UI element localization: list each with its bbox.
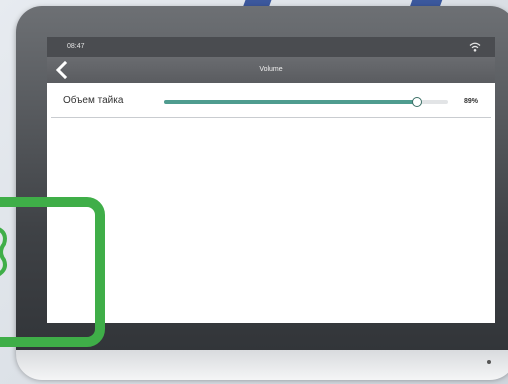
volume-label: Объем тайка bbox=[63, 95, 124, 106]
home-indicator bbox=[487, 360, 491, 364]
scene: 08:47 Volume Объем тайка 89% bbox=[0, 0, 508, 384]
status-bar: 08:47 bbox=[47, 37, 495, 57]
title-bar: Volume bbox=[47, 57, 495, 83]
page-title: Volume bbox=[259, 66, 283, 73]
tablet-bezel-bottom bbox=[16, 350, 508, 380]
status-time: 08:47 bbox=[67, 43, 85, 50]
highlight-frame bbox=[0, 197, 105, 347]
volume-setting-row: Объем тайка 89% bbox=[51, 89, 491, 118]
volume-slider[interactable] bbox=[164, 97, 448, 107]
volume-slider-thumb[interactable] bbox=[411, 97, 422, 107]
volume-value: 89% bbox=[464, 98, 479, 105]
wifi-icon bbox=[469, 42, 481, 52]
partial-logo-icon bbox=[0, 227, 7, 276]
device-screen: 08:47 Volume Объем тайка 89% bbox=[47, 37, 495, 323]
volume-slider-fill bbox=[164, 100, 417, 104]
